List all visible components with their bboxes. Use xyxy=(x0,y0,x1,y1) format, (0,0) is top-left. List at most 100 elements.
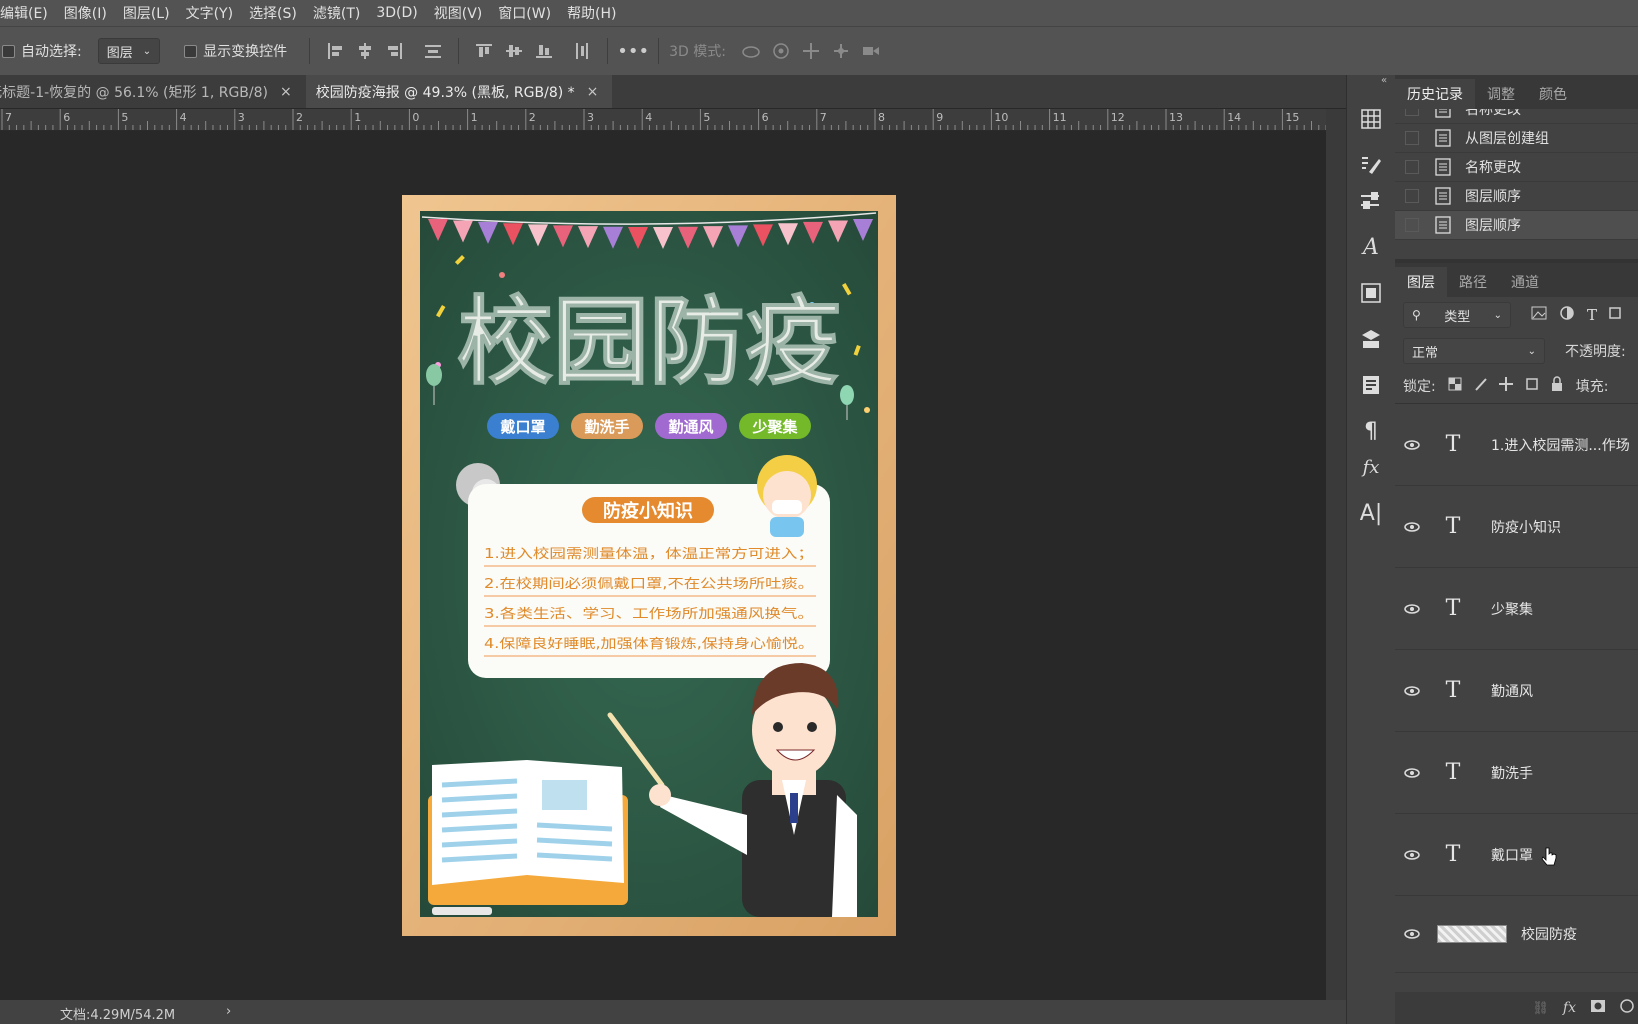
history-item-selected[interactable]: 图层顺序 xyxy=(1395,211,1638,240)
tab-layers[interactable]: 图层 xyxy=(1395,267,1447,297)
paragraph-panel-icon[interactable]: ¶ xyxy=(1347,413,1395,449)
lock-artboard-icon[interactable] xyxy=(1524,376,1540,396)
status-arrow-icon[interactable]: › xyxy=(226,1004,231,1019)
tab-channels[interactable]: 通道 xyxy=(1499,267,1551,297)
align-left-icon[interactable] xyxy=(324,40,346,62)
collapse-icon[interactable]: « xyxy=(1381,75,1387,86)
link-icon[interactable]: ⛓ xyxy=(1532,1001,1549,1016)
layer-row[interactable]: 校园防疫 xyxy=(1395,896,1638,973)
align-bottom-icon[interactable] xyxy=(533,40,555,62)
balloon-left xyxy=(426,364,442,386)
lock-position-icon[interactable] xyxy=(1498,376,1514,396)
align-middle-icon[interactable] xyxy=(503,40,525,62)
layer-row[interactable]: T 戴口罩 xyxy=(1395,814,1638,896)
ruler-label: 6 xyxy=(761,111,769,124)
3d-camera-icon[interactable] xyxy=(860,40,882,62)
align-right-icon[interactable] xyxy=(384,40,406,62)
eye-icon[interactable] xyxy=(1395,685,1429,696)
layer-name: 少聚集 xyxy=(1491,601,1533,618)
layer-thumbnail xyxy=(1437,925,1507,943)
layer-row[interactable]: T 勤通风 xyxy=(1395,650,1638,732)
eye-icon[interactable] xyxy=(1395,849,1429,860)
glyphs-panel-icon[interactable]: A| xyxy=(1347,495,1395,531)
eye-icon[interactable] xyxy=(1395,603,1429,614)
blend-mode-select[interactable]: 正常 ⌄ xyxy=(1403,338,1545,364)
right-panels: 历史记录 调整 颜色 名称更改 从图层创建组 名称更改 图层顺序 图层顺序 图层… xyxy=(1395,75,1638,1024)
3d-pan-icon[interactable] xyxy=(800,40,822,62)
layer-row[interactable]: T 勤洗手 xyxy=(1395,732,1638,814)
show-transform-checkbox[interactable] xyxy=(184,44,198,58)
menu-filter[interactable]: 滤镜(T) xyxy=(313,3,360,23)
grid-panel-icon[interactable] xyxy=(1347,101,1395,137)
adjust-filter-icon[interactable] xyxy=(1559,305,1575,325)
distribute-v-icon[interactable] xyxy=(571,40,593,62)
3d-panel-icon[interactable] xyxy=(1347,321,1395,357)
3d-orbit-icon[interactable] xyxy=(740,40,762,62)
tab-color[interactable]: 颜色 xyxy=(1527,79,1579,109)
auto-select-checkbox[interactable] xyxy=(2,44,15,58)
menu-3d[interactable]: 3D(D) xyxy=(376,5,417,21)
status-doc-size[interactable]: 文档:4.29M/54.2M xyxy=(60,1004,175,1023)
history-item[interactable]: 从图层创建组 xyxy=(1395,124,1638,153)
eye-icon[interactable] xyxy=(1395,929,1429,939)
history-item[interactable]: 名称更改 xyxy=(1395,153,1638,182)
layer-comps-icon[interactable] xyxy=(1347,275,1395,311)
menu-view[interactable]: 视图(V) xyxy=(434,3,483,23)
menu-window[interactable]: 窗口(W) xyxy=(498,3,551,23)
menu-select[interactable]: 选择(S) xyxy=(249,3,297,23)
brush-panel-icon[interactable] xyxy=(1347,147,1395,183)
close-icon[interactable]: × xyxy=(587,84,599,100)
image-filter-icon[interactable] xyxy=(1531,306,1547,324)
styles-panel-icon[interactable]: fx xyxy=(1347,449,1395,485)
tab-paths[interactable]: 路径 xyxy=(1447,267,1499,297)
menu-help[interactable]: 帮助(H) xyxy=(567,3,616,23)
layer-filter-select[interactable]: ⚲ 类型 ⌄ xyxy=(1403,302,1511,328)
eye-icon[interactable] xyxy=(1395,439,1429,450)
doc-tab-untitled[interactable]: 无标题-1-恢复的 @ 56.1% (矩形 1, RGB/8) * × xyxy=(0,75,306,108)
tag-label: 戴口罩 xyxy=(500,418,545,436)
layer-row[interactable]: T 少聚集 xyxy=(1395,568,1638,650)
3d-roll-icon[interactable] xyxy=(770,40,792,62)
tab-adjustments[interactable]: 调整 xyxy=(1475,79,1527,109)
vertical-scrollbar[interactable] xyxy=(1326,109,1346,1000)
adjustment-layer-icon[interactable] xyxy=(1620,999,1634,1017)
chevron-down-icon: ⌄ xyxy=(1493,309,1502,321)
history-item[interactable]: 名称更改 xyxy=(1395,109,1638,124)
blend-mode-value: 正常 xyxy=(1412,345,1439,361)
shape-filter-icon[interactable] xyxy=(1607,305,1623,325)
properties-panel-icon[interactable] xyxy=(1347,367,1395,403)
history-item-label: 名称更改 xyxy=(1465,109,1521,118)
menu-type[interactable]: 文字(Y) xyxy=(186,3,233,23)
type-filter-icon[interactable]: T xyxy=(1587,306,1597,324)
tab-history[interactable]: 历史记录 xyxy=(1395,79,1475,109)
eye-icon[interactable] xyxy=(1395,521,1429,532)
adjust-panel-icon[interactable] xyxy=(1347,183,1395,219)
menu-image[interactable]: 图像(I) xyxy=(64,3,107,23)
character-panel-icon[interactable]: A xyxy=(1347,229,1395,265)
distribute-icon[interactable] xyxy=(422,40,444,62)
history-item[interactable]: 图层顺序 xyxy=(1395,182,1638,211)
lock-transparent-icon[interactable] xyxy=(1448,377,1462,395)
auto-select-dropdown[interactable]: 图层 ⌄ xyxy=(97,38,161,64)
3d-slide-icon[interactable] xyxy=(830,40,852,62)
fx-icon[interactable]: fx xyxy=(1563,1000,1576,1016)
mask-icon[interactable] xyxy=(1590,999,1606,1017)
tag-label: 少聚集 xyxy=(751,418,798,436)
align-top-icon[interactable] xyxy=(473,40,495,62)
menu-layer[interactable]: 图层(L) xyxy=(123,3,170,23)
close-icon[interactable]: × xyxy=(280,84,292,100)
doc-tab-poster[interactable]: 校园防疫海报 @ 49.3% (黑板, RGB/8) * × xyxy=(305,75,613,108)
ruler-label: 1 xyxy=(354,111,362,124)
layer-row[interactable]: T 1.进入校园需测...作场 xyxy=(1395,404,1638,486)
layers-panel-tabs: 图层 路径 通道 xyxy=(1395,263,1638,297)
poster-artboard[interactable]: 校园防疫 戴口罩 勤洗手 勤通风 少聚集 防疫小知识 1.进入校园需测量体温，体温正常… xyxy=(402,195,896,936)
layer-row[interactable]: T 防疫小知识 xyxy=(1395,486,1638,568)
poster-graphic: 校园防疫 戴口罩 勤洗手 勤通风 少聚集 防疫小知识 1.进入校园需测量体温，体温正常… xyxy=(402,195,896,936)
align-center-h-icon[interactable] xyxy=(354,40,376,62)
eye-icon[interactable] xyxy=(1395,767,1429,778)
more-options-icon[interactable]: ••• xyxy=(617,40,649,62)
lock-pixels-icon[interactable] xyxy=(1474,377,1488,395)
menu-edit[interactable]: 编辑(E) xyxy=(0,3,48,23)
ruler-label: 7 xyxy=(5,111,12,124)
lock-all-icon[interactable] xyxy=(1550,376,1564,396)
